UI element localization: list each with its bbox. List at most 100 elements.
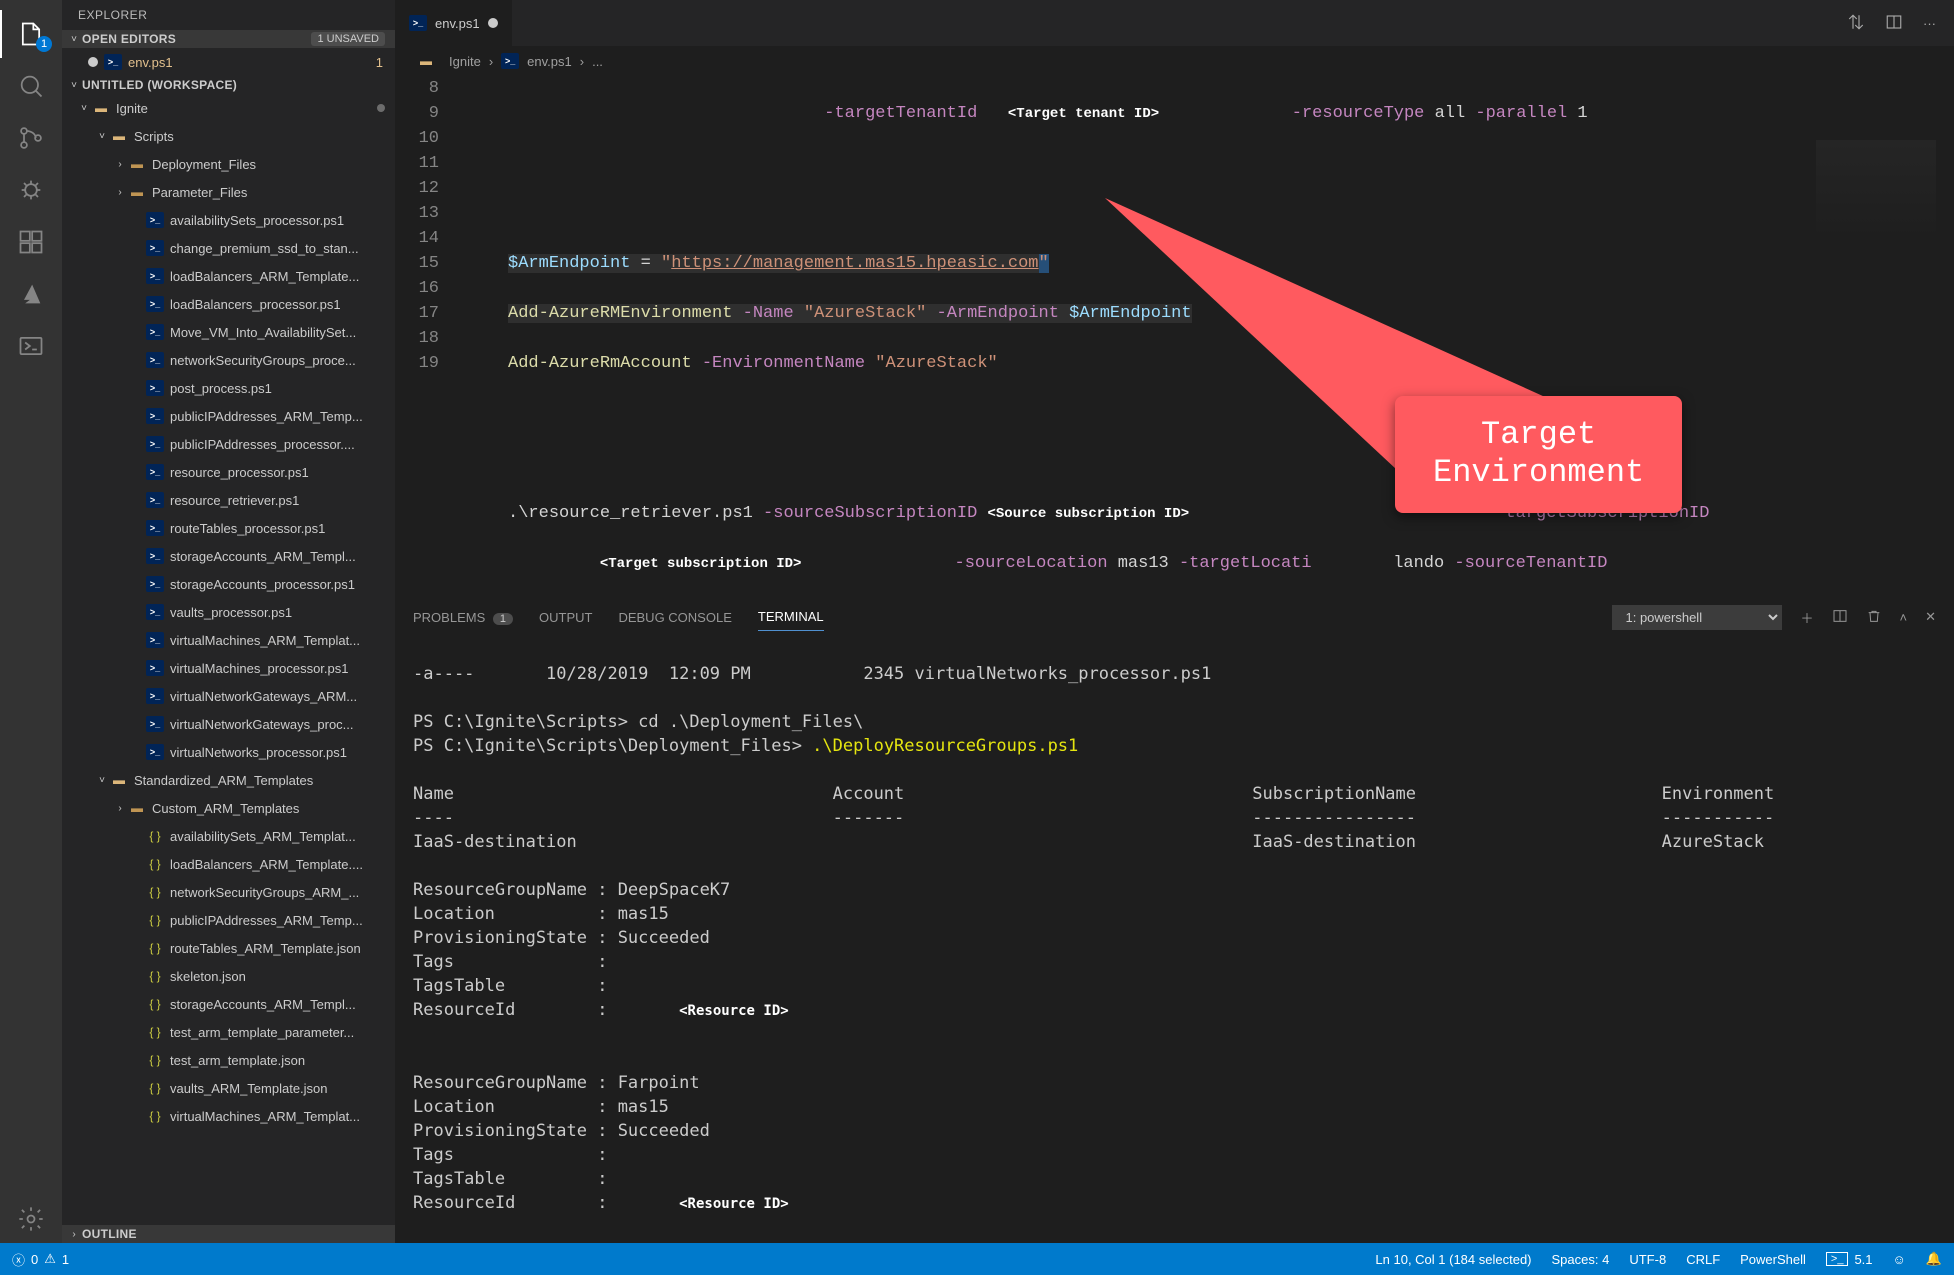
powershell-file-icon: >_: [146, 212, 164, 228]
status-language[interactable]: PowerShell: [1740, 1252, 1806, 1267]
tree-file[interactable]: >_virtualNetworkGateways_ARM...: [62, 682, 395, 710]
tree-file[interactable]: >_virtualNetworkGateways_proc...: [62, 710, 395, 738]
activity-debug-icon[interactable]: [0, 166, 62, 214]
tree-file[interactable]: >_publicIPAddresses_ARM_Temp...: [62, 402, 395, 430]
split-terminal-icon[interactable]: [1832, 608, 1848, 627]
tree-file[interactable]: >_change_premium_ssd_to_stan...: [62, 234, 395, 262]
tab-env-ps1[interactable]: >_ env.ps1: [395, 0, 513, 46]
maximize-panel-icon[interactable]: ˄: [1900, 610, 1908, 625]
tab-debug-console[interactable]: DEBUG CONSOLE: [618, 604, 731, 631]
folder-icon: ▬: [110, 127, 128, 145]
tab-terminal[interactable]: TERMINAL: [758, 603, 824, 631]
tree-file[interactable]: { }routeTables_ARM_Template.json: [62, 934, 395, 962]
powershell-file-icon: >_: [146, 660, 164, 676]
tree-file[interactable]: { }vaults_ARM_Template.json: [62, 1074, 395, 1102]
tree-file[interactable]: { }test_arm_template.json: [62, 1046, 395, 1074]
tab-problems[interactable]: PROBLEMS 1: [413, 604, 513, 631]
tree-folder[interactable]: ›▬Deployment_Files: [62, 150, 395, 178]
tree-file[interactable]: >_resource_retriever.ps1: [62, 486, 395, 514]
breadcrumbs[interactable]: ▬ Ignite› >_ env.ps1› ...: [395, 46, 1954, 76]
tree-file[interactable]: >_Move_VM_Into_AvailabilitySet...: [62, 318, 395, 346]
tree-folder[interactable]: ˅▬Standardized_ARM_Templates: [62, 766, 395, 794]
activity-settings-icon[interactable]: [0, 1195, 62, 1243]
chevron-icon: ˅: [94, 131, 110, 142]
git-status-dot: [377, 104, 385, 112]
tree-file[interactable]: >_storageAccounts_processor.ps1: [62, 570, 395, 598]
status-encoding[interactable]: UTF-8: [1629, 1252, 1666, 1267]
tree-file[interactable]: >_routeTables_processor.ps1: [62, 514, 395, 542]
tree-folder[interactable]: ˅▬Scripts: [62, 122, 395, 150]
status-indent[interactable]: Spaces: 4: [1552, 1252, 1610, 1267]
tree-file[interactable]: { }availabilitySets_ARM_Templat...: [62, 822, 395, 850]
terminal-selector[interactable]: 1: powershell: [1612, 605, 1782, 630]
tree-file[interactable]: >_availabilitySets_processor.ps1: [62, 206, 395, 234]
tree-file[interactable]: >_networkSecurityGroups_proce...: [62, 346, 395, 374]
tree-file[interactable]: { }virtualMachines_ARM_Templat...: [62, 1102, 395, 1130]
tree-file[interactable]: { }networkSecurityGroups_ARM_...: [62, 878, 395, 906]
tree-folder[interactable]: ›▬Parameter_Files: [62, 178, 395, 206]
new-terminal-icon[interactable]: ＋: [1800, 608, 1813, 627]
tree-file[interactable]: { }storageAccounts_ARM_Templ...: [62, 990, 395, 1018]
activity-azure-icon[interactable]: [0, 270, 62, 318]
minimap[interactable]: [1816, 140, 1936, 240]
tree-file[interactable]: >_vaults_processor.ps1: [62, 598, 395, 626]
activity-search-icon[interactable]: [0, 62, 62, 110]
status-notifications-icon[interactable]: 🔔: [1926, 1251, 1942, 1267]
editor-body[interactable]: 8910111213141516171819 -targetTenantId <…: [395, 76, 1954, 595]
terminal-content[interactable]: -a---- 10/28/2019 12:09 PM 2345 virtualN…: [395, 638, 1954, 1243]
tab-output[interactable]: OUTPUT: [539, 604, 592, 631]
status-ps-version[interactable]: >_ 5.1: [1826, 1252, 1873, 1267]
tree-file[interactable]: >_virtualNetworks_processor.ps1: [62, 738, 395, 766]
bottom-panel: PROBLEMS 1 OUTPUT DEBUG CONSOLE TERMINAL…: [395, 595, 1954, 1243]
tree-folder[interactable]: ˅▬Ignite: [62, 94, 395, 122]
tree-file[interactable]: >_virtualMachines_processor.ps1: [62, 654, 395, 682]
close-panel-icon[interactable]: ✕: [1925, 609, 1936, 625]
powershell-file-icon: >_: [409, 15, 427, 31]
code-content[interactable]: -targetTenantId <Target tenant ID> -reso…: [457, 76, 1954, 595]
tree-file[interactable]: >_virtualMachines_ARM_Templat...: [62, 626, 395, 654]
json-file-icon: { }: [146, 883, 164, 901]
folder-icon: ▬: [128, 155, 146, 173]
activity-extensions-icon[interactable]: [0, 218, 62, 266]
powershell-file-icon: >_: [146, 380, 164, 396]
kill-terminal-icon[interactable]: [1866, 608, 1882, 627]
tree-file[interactable]: { }publicIPAddresses_ARM_Temp...: [62, 906, 395, 934]
status-eol[interactable]: CRLF: [1686, 1252, 1720, 1267]
tree-file[interactable]: >_resource_processor.ps1: [62, 458, 395, 486]
status-feedback-icon[interactable]: ☺: [1893, 1252, 1906, 1267]
tree-file[interactable]: { }loadBalancers_ARM_Template....: [62, 850, 395, 878]
status-cursor-pos[interactable]: Ln 10, Col 1 (184 selected): [1375, 1252, 1531, 1267]
file-tree[interactable]: ˅▬Ignite˅▬Scripts›▬Deployment_Files›▬Par…: [62, 94, 395, 1225]
chevron-down-icon: ˅: [66, 80, 82, 91]
status-errors[interactable]: ⓧ 0 ⚠ 1: [12, 1250, 69, 1269]
activity-scm-icon[interactable]: [0, 114, 62, 162]
split-editor-icon[interactable]: [1885, 13, 1903, 34]
tree-file[interactable]: >_loadBalancers_ARM_Template...: [62, 262, 395, 290]
open-editors-header[interactable]: ˅ OPEN EDITORS 1 UNSAVED: [62, 30, 395, 48]
activity-explorer-icon[interactable]: 1: [0, 10, 62, 58]
editor-tabs: >_ env.ps1 ···: [395, 0, 1954, 46]
powershell-file-icon: >_: [146, 744, 164, 760]
tree-file[interactable]: { }skeleton.json: [62, 962, 395, 990]
activity-powershell-icon[interactable]: [0, 322, 62, 370]
json-file-icon: { }: [146, 939, 164, 957]
tree-file[interactable]: >_post_process.ps1: [62, 374, 395, 402]
folder-icon: ▬: [110, 771, 128, 789]
powershell-file-icon: >_: [146, 240, 164, 256]
workspace-header[interactable]: ˅ UNTITLED (WORKSPACE): [62, 76, 395, 94]
side-panel: EXPLORER ˅ OPEN EDITORS 1 UNSAVED >_ env…: [62, 0, 395, 1243]
json-file-icon: { }: [146, 1079, 164, 1097]
tree-folder[interactable]: ›▬Custom_ARM_Templates: [62, 794, 395, 822]
json-file-icon: { }: [146, 827, 164, 845]
tree-file[interactable]: >_publicIPAddresses_processor....: [62, 430, 395, 458]
tree-file[interactable]: >_storageAccounts_ARM_Templ...: [62, 542, 395, 570]
open-editor-item[interactable]: >_ env.ps1 1: [62, 48, 395, 76]
tree-file[interactable]: { }test_arm_template_parameter...: [62, 1018, 395, 1046]
more-icon[interactable]: ···: [1923, 16, 1936, 31]
powershell-file-icon: >_: [146, 436, 164, 452]
tree-file[interactable]: >_loadBalancers_processor.ps1: [62, 290, 395, 318]
outline-header[interactable]: › OUTLINE: [62, 1225, 395, 1243]
folder-icon: ▬: [92, 99, 110, 117]
powershell-file-icon: >_: [146, 604, 164, 620]
compare-icon[interactable]: [1847, 13, 1865, 34]
